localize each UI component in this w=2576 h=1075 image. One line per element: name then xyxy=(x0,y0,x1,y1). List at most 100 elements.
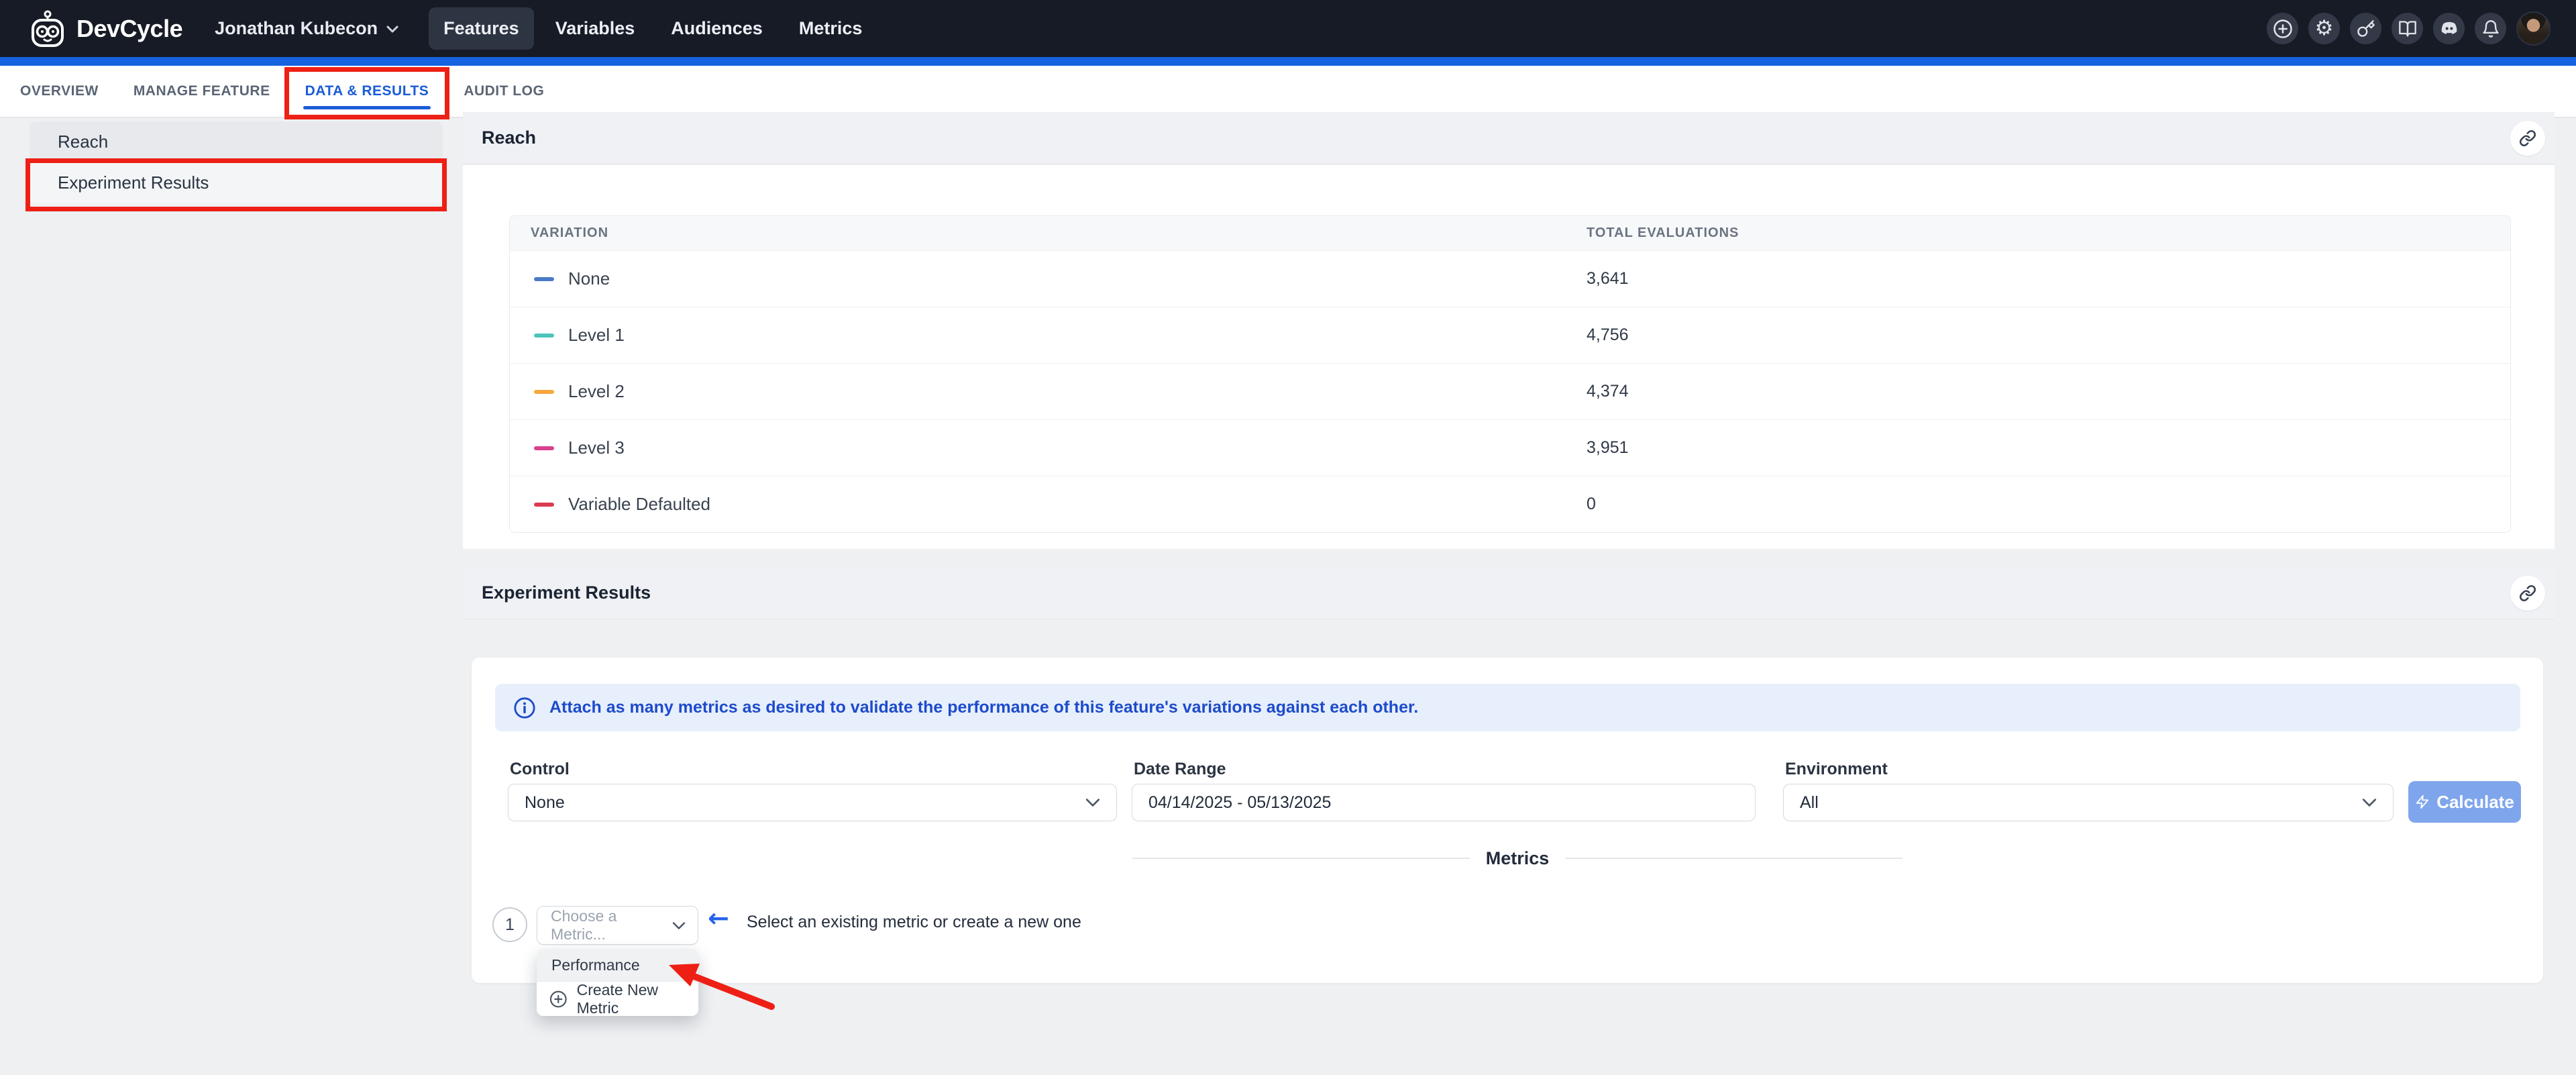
left-arrow-icon: ← xyxy=(708,903,729,933)
date-range-label: Date Range xyxy=(1134,760,1226,779)
variation-name: Level 2 xyxy=(568,381,625,402)
discord-icon xyxy=(2439,19,2459,39)
experiment-section-header: Experiment Results xyxy=(463,567,2555,619)
variation-name: Level 1 xyxy=(568,325,625,346)
metric-select[interactable]: Choose a Metric... xyxy=(537,906,698,945)
variation-table-header: VARIATION TOTAL EVALUATIONS xyxy=(510,216,2510,250)
table-row: Level 2 4,374 xyxy=(510,363,2510,419)
gear-icon: ⚙ xyxy=(2315,18,2334,39)
variation-color-dash xyxy=(534,277,554,281)
sidebar-item-reach[interactable]: Reach xyxy=(30,121,443,162)
variation-color-dash xyxy=(534,446,554,450)
environment-select-value: All xyxy=(1800,793,2362,813)
docs-button[interactable] xyxy=(2392,13,2423,44)
variation-total: 3,641 xyxy=(1587,269,1629,288)
reach-permalink-button[interactable] xyxy=(2510,121,2545,156)
calculate-button[interactable]: Calculate xyxy=(2408,781,2521,823)
brand-name: DevCycle xyxy=(76,15,182,43)
reach-section-title: Reach xyxy=(482,127,536,148)
results-sidebar: Reach Experiment Results xyxy=(30,121,443,203)
discord-button[interactable] xyxy=(2433,13,2465,44)
sidebar-item-experiment-results[interactable]: Experiment Results xyxy=(30,162,443,203)
table-row: Level 1 4,756 xyxy=(510,307,2510,363)
accent-bar xyxy=(0,57,2576,66)
book-icon xyxy=(2398,19,2417,38)
variation-table: VARIATION TOTAL EVALUATIONS None 3,641 L… xyxy=(509,215,2511,533)
plus-circle-icon xyxy=(549,989,568,1009)
variation-name: Variable Defaulted xyxy=(568,494,710,515)
org-user-menu[interactable]: Jonathan Kubecon xyxy=(215,18,399,39)
metrics-divider: Metrics xyxy=(1132,848,1902,869)
calculate-label: Calculate xyxy=(2436,792,2514,813)
chevron-down-icon xyxy=(386,24,399,34)
table-row: None 3,641 xyxy=(510,250,2510,307)
metric-dropdown: Performance Create New Metric xyxy=(537,949,698,1016)
tab-overview[interactable]: OVERVIEW xyxy=(20,66,99,117)
info-icon xyxy=(513,697,536,719)
create-new-metric-option[interactable]: Create New Metric xyxy=(537,982,698,1016)
variation-total: 3,951 xyxy=(1587,438,1629,457)
org-user-label: Jonathan Kubecon xyxy=(215,18,378,39)
top-nav: DevCycle Jonathan Kubecon Features Varia… xyxy=(0,0,2576,57)
devcycle-logo[interactable]: DevCycle xyxy=(28,10,182,48)
create-button[interactable] xyxy=(2267,13,2298,44)
variation-color-dash xyxy=(534,390,554,394)
variation-name: Level 3 xyxy=(568,438,625,458)
environment-label: Environment xyxy=(1785,760,1888,779)
control-select-value: None xyxy=(525,793,1085,813)
column-total-evaluations: TOTAL EVALUATIONS xyxy=(1587,225,2510,241)
nav-item-audiences[interactable]: Audiences xyxy=(656,7,777,50)
reach-table-body: None 3,641 Level 1 4,756 Level 2 4,374 L… xyxy=(510,250,2510,532)
experiment-results-card: Attach as many metrics as desired to val… xyxy=(472,658,2543,983)
metric-row-number: 1 xyxy=(492,907,527,942)
key-icon xyxy=(2357,19,2375,38)
variation-total: 4,374 xyxy=(1587,382,1629,401)
chevron-down-icon xyxy=(1085,798,1100,807)
metric-select-placeholder: Choose a Metric... xyxy=(551,907,672,943)
control-select[interactable]: None xyxy=(508,784,1117,821)
nav-item-variables[interactable]: Variables xyxy=(541,7,650,50)
dropdown-option-performance[interactable]: Performance xyxy=(537,949,698,981)
tab-manage-feature[interactable]: MANAGE FEATURE xyxy=(133,66,270,117)
date-range-value: 04/14/2025 - 05/13/2025 xyxy=(1148,793,1739,813)
devcycle-robot-icon xyxy=(28,10,67,48)
table-row: Level 3 3,951 xyxy=(510,419,2510,476)
experiment-section-title: Experiment Results xyxy=(482,582,651,603)
info-banner: Attach as many metrics as desired to val… xyxy=(495,684,2520,731)
api-keys-button[interactable] xyxy=(2350,13,2381,44)
experiment-permalink-button[interactable] xyxy=(2510,576,2545,611)
environment-select[interactable]: All xyxy=(1783,784,2394,821)
nav-item-metrics[interactable]: Metrics xyxy=(784,7,877,50)
feature-tabs: OVERVIEW MANAGE FEATURE DATA & RESULTS A… xyxy=(0,66,2576,118)
nav-item-features[interactable]: Features xyxy=(429,7,534,50)
link-icon xyxy=(2519,584,2536,602)
variation-color-dash xyxy=(534,503,554,507)
bell-icon xyxy=(2481,19,2500,38)
plus-circle-icon xyxy=(2273,19,2293,39)
user-avatar[interactable] xyxy=(2516,11,2551,46)
primary-nav: Features Variables Audiences Metrics xyxy=(429,7,877,50)
variation-total: 0 xyxy=(1587,495,1596,513)
top-nav-actions: ⚙ xyxy=(2267,11,2551,46)
variation-total: 4,756 xyxy=(1587,325,1629,344)
tab-audit-log[interactable]: AUDIT LOG xyxy=(464,66,544,117)
reach-section-header: Reach xyxy=(463,112,2555,164)
column-variation: VARIATION xyxy=(510,225,1587,241)
tab-data-and-results[interactable]: DATA & RESULTS xyxy=(305,66,429,117)
chevron-down-icon xyxy=(2362,798,2377,807)
info-banner-text: Attach as many metrics as desired to val… xyxy=(549,698,1418,717)
reach-section-body: VARIATION TOTAL EVALUATIONS None 3,641 L… xyxy=(463,165,2555,549)
create-new-metric-label: Create New Metric xyxy=(577,981,698,1017)
link-icon xyxy=(2519,130,2536,147)
table-row: Variable Defaulted 0 xyxy=(510,476,2510,532)
lightning-icon xyxy=(2415,793,2430,811)
metrics-divider-label: Metrics xyxy=(1486,848,1550,869)
chevron-down-icon xyxy=(672,921,686,930)
date-range-input[interactable]: 04/14/2025 - 05/13/2025 xyxy=(1132,784,1756,821)
variation-color-dash xyxy=(534,334,554,338)
variation-name: None xyxy=(568,268,610,289)
control-label: Control xyxy=(510,760,570,779)
metric-hint: Select an existing metric or create a ne… xyxy=(747,913,1081,932)
notifications-button[interactable] xyxy=(2475,13,2506,44)
settings-button[interactable]: ⚙ xyxy=(2308,13,2340,44)
